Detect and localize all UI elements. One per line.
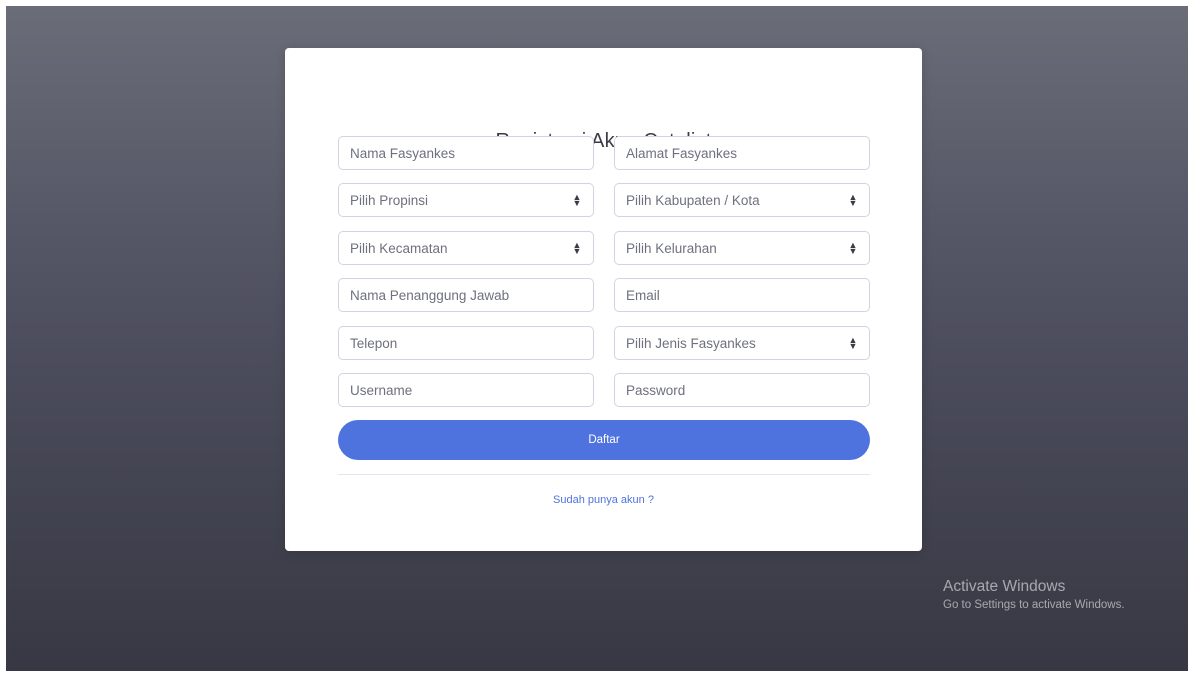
login-link[interactable]: Sudah punya akun ?	[285, 494, 922, 506]
alamat-fasyankes-input[interactable]: Alamat Fasyankes	[614, 136, 870, 170]
kabupaten-kota-select[interactable]: Pilih Kabupaten / Kota ▲ ▼	[614, 183, 870, 217]
sort-caret-icon: ▲ ▼	[572, 240, 582, 256]
page-background: Registrasi Akun Catalist Nama Fasyankes …	[6, 6, 1188, 671]
kecamatan-select[interactable]: Pilih Kecamatan ▲ ▼	[338, 231, 594, 265]
watermark-title: Activate Windows	[943, 578, 1066, 595]
alamat-fasyankes-placeholder: Alamat Fasyankes	[626, 145, 738, 161]
email-placeholder: Email	[626, 287, 660, 303]
registration-card: Registrasi Akun Catalist Nama Fasyankes …	[285, 48, 922, 551]
telepon-placeholder: Telepon	[350, 335, 398, 351]
sort-caret-icon: ▲ ▼	[848, 192, 858, 208]
propinsi-selected-value: Pilih Propinsi	[350, 192, 429, 208]
jenis-fasyankes-select[interactable]: Pilih Jenis Fasyankes ▲ ▼	[614, 326, 870, 360]
kecamatan-selected-value: Pilih Kecamatan	[350, 240, 448, 256]
kelurahan-select[interactable]: Pilih Kelurahan ▲ ▼	[614, 231, 870, 265]
sort-caret-icon: ▲ ▼	[848, 335, 858, 351]
jenis-fasyankes-selected-value: Pilih Jenis Fasyankes	[626, 335, 756, 351]
divider	[338, 474, 870, 475]
password-input[interactable]: Password	[614, 373, 870, 407]
daftar-button[interactable]: Daftar	[338, 420, 870, 460]
nama-fasyankes-input[interactable]: Nama Fasyankes	[338, 136, 594, 170]
windows-activation-watermark: Activate Windows Go to Settings to activ…	[943, 577, 1125, 613]
sort-caret-icon: ▲ ▼	[572, 192, 582, 208]
password-placeholder: Password	[626, 382, 686, 398]
propinsi-select[interactable]: Pilih Propinsi ▲ ▼	[338, 183, 594, 217]
kabupaten-kota-selected-value: Pilih Kabupaten / Kota	[626, 192, 760, 208]
telepon-input[interactable]: Telepon	[338, 326, 594, 360]
email-input[interactable]: Email	[614, 278, 870, 312]
sort-caret-icon: ▲ ▼	[848, 240, 858, 256]
kelurahan-selected-value: Pilih Kelurahan	[626, 240, 717, 256]
watermark-subtitle: Go to Settings to activate Windows.	[943, 599, 1125, 611]
daftar-button-label: Daftar	[588, 434, 620, 446]
penanggung-jawab-placeholder: Nama Penanggung Jawab	[350, 287, 510, 303]
penanggung-jawab-input[interactable]: Nama Penanggung Jawab	[338, 278, 594, 312]
username-placeholder: Username	[350, 382, 413, 398]
nama-fasyankes-placeholder: Nama Fasyankes	[350, 145, 456, 161]
username-input[interactable]: Username	[338, 373, 594, 407]
